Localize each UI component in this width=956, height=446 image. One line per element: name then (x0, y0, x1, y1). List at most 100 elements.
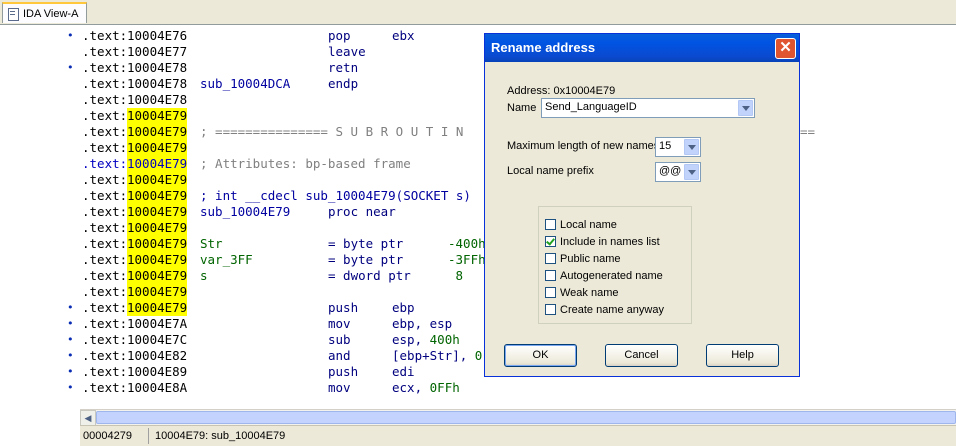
unchecked-box-icon[interactable] (545, 219, 556, 230)
address[interactable]: 10004E78 (127, 76, 187, 92)
ok-button[interactable]: OK (504, 344, 577, 367)
address[interactable]: 10004E79 (127, 236, 188, 252)
checkbox-local-name[interactable]: Local name (545, 217, 617, 232)
unchecked-box-icon[interactable] (545, 287, 556, 298)
address[interactable]: 10004E76 (127, 28, 187, 44)
listing-line[interactable]: .text: 10004E78 (0, 92, 956, 108)
checkbox-weak-name[interactable]: Weak name (545, 285, 619, 300)
listing-line[interactable]: .text: 10004E79 Str = byte ptr -400h (0, 236, 956, 252)
operand[interactable]: -3FFh (448, 252, 486, 268)
chevron-down-icon[interactable] (684, 164, 699, 180)
address[interactable]: 10004E78 (127, 60, 187, 76)
listing-line[interactable]: • .text: 10004E7C sub esp, 400h (0, 332, 956, 348)
scrollbar-thumb[interactable] (96, 411, 956, 424)
address[interactable]: 10004E79 (127, 284, 188, 300)
address[interactable]: 10004E7C (127, 332, 187, 348)
unchecked-box-icon[interactable] (545, 270, 556, 281)
help-button[interactable]: Help (706, 344, 779, 367)
unchecked-box-icon[interactable] (545, 253, 556, 264)
disassembly-listing[interactable]: • .text: 10004E76 pop ebx .text: 10004E77 leave… (0, 25, 956, 409)
checkbox-include-in-names-list[interactable]: Include in names list (545, 234, 660, 249)
operand[interactable]: edi (392, 364, 415, 380)
label[interactable]: var_3FF (200, 252, 253, 268)
listing-line[interactable]: .text: 10004E79 ; Attributes: bp-based fra… (0, 156, 956, 172)
segment-name: .text: (82, 204, 128, 219)
label[interactable]: s (200, 268, 208, 284)
address[interactable]: 10004E79 (127, 220, 188, 236)
label[interactable]: Str (200, 236, 223, 252)
chevron-down-icon[interactable] (738, 100, 753, 116)
checkbox-public-name[interactable]: Public name (545, 251, 621, 266)
checked-box-icon[interactable] (545, 236, 556, 247)
address[interactable]: 10004E79 (127, 124, 188, 140)
comment-tail: == (800, 124, 816, 139)
listing-line[interactable]: .text: 10004E79 ; int __cdecl sub_10004E79… (0, 188, 956, 204)
operand[interactable]: [ebp+Str], 0 (392, 348, 482, 364)
max-length-select[interactable]: 15 (655, 137, 701, 157)
address[interactable]: 10004E79 (127, 300, 188, 316)
horizontal-scrollbar[interactable]: ◀ (80, 409, 956, 426)
tab-ida-view-a[interactable]: IDA View-A (2, 2, 88, 23)
address[interactable]: 10004E82 (127, 348, 187, 364)
chevron-down-icon[interactable] (684, 139, 699, 155)
address[interactable]: 10004E79 (127, 108, 188, 124)
address[interactable]: 10004E89 (127, 364, 187, 380)
listing-line[interactable]: .text: 10004E79 (0, 172, 956, 188)
comment: ; =============== S U B R O U T I N (200, 124, 464, 139)
name-combobox[interactable]: Send_LanguageID (541, 98, 755, 118)
operand[interactable]: ebp (392, 300, 415, 316)
operand[interactable]: ebp, esp (392, 316, 452, 332)
close-icon[interactable]: ✕ (775, 38, 796, 59)
listing-line[interactable]: • .text: 10004E7A mov ebp, esp (0, 316, 956, 332)
address[interactable]: 10004E79 (127, 268, 188, 284)
checkbox-autogenerated-name[interactable]: Autogenerated name (545, 268, 663, 283)
unchecked-box-icon[interactable] (545, 304, 556, 315)
cancel-button[interactable]: Cancel (605, 344, 678, 367)
address[interactable]: 10004E8A (127, 380, 187, 396)
address[interactable]: 10004E79 (127, 204, 188, 220)
segment-name: .text: (82, 108, 128, 123)
listing-line[interactable]: • .text: 10004E89 push edi (0, 364, 956, 380)
address[interactable]: 10004E79 (127, 252, 188, 268)
address[interactable]: 10004E7A (127, 316, 187, 332)
operand[interactable]: esp, 400h (392, 332, 460, 348)
listing-line[interactable]: .text: 10004E79 ; =============== S U B R … (0, 124, 956, 140)
label[interactable]: sub_10004E79 (200, 204, 290, 220)
listing-line[interactable]: .text: 10004E79 (0, 140, 956, 156)
listing-line[interactable]: .text: 10004E79 (0, 284, 956, 300)
listing-line[interactable]: • .text: 10004E76 pop ebx (0, 28, 956, 44)
dialog-title-bar[interactable]: Rename address ✕ (485, 34, 799, 62)
segment-name: .text: (82, 156, 128, 171)
name-input[interactable]: Send_LanguageID (545, 101, 637, 113)
segment-name: .text: (82, 44, 128, 59)
segment-name: .text: (82, 236, 128, 251)
address[interactable]: 10004E77 (127, 44, 187, 60)
local-prefix-select[interactable]: @@ (655, 162, 701, 182)
scroll-left-arrow-icon[interactable]: ◀ (80, 410, 96, 426)
address[interactable]: 10004E79 (127, 156, 188, 172)
address[interactable]: 10004E79 (127, 188, 188, 204)
listing-line[interactable]: • .text: 10004E8A mov ecx, 0FFh (0, 380, 956, 396)
operand[interactable]: ebx (392, 28, 415, 44)
checkbox-label: Include in names list (560, 235, 660, 248)
listing-line[interactable]: .text: 10004E79 s = dword ptr 8 (0, 268, 956, 284)
label[interactable]: sub_10004DCA (200, 76, 290, 92)
operand[interactable]: 8 (448, 268, 464, 284)
address[interactable]: 10004E78 (127, 92, 187, 108)
listing-line[interactable]: .text: 10004E79 sub_10004E79 proc near (0, 204, 956, 220)
segment-name: .text: (82, 284, 128, 299)
listing-line[interactable]: • .text: 10004E82 and [ebp+Str], 0 (0, 348, 956, 364)
operand[interactable]: -400h (448, 236, 486, 252)
listing-line[interactable]: .text: 10004E79 var_3FF = byte ptr -3FFh (0, 252, 956, 268)
listing-line[interactable]: .text: 10004E79 (0, 220, 956, 236)
listing-line[interactable]: .text: 10004E78 sub_10004DCA endp (0, 76, 956, 92)
listing-line[interactable]: .text: 10004E77 leave (0, 44, 956, 60)
listing-line[interactable]: • .text: 10004E78 retn (0, 60, 956, 76)
address[interactable]: 10004E79 (127, 140, 188, 156)
address[interactable]: 10004E79 (127, 172, 188, 188)
segment-name: .text: (82, 188, 128, 203)
listing-line[interactable]: • .text: 10004E79 push ebp (0, 300, 956, 316)
operand[interactable]: ecx, 0FFh (392, 380, 460, 396)
checkbox-create-name-anyway[interactable]: Create name anyway (545, 302, 664, 317)
listing-line[interactable]: .text: 10004E79 (0, 108, 956, 124)
